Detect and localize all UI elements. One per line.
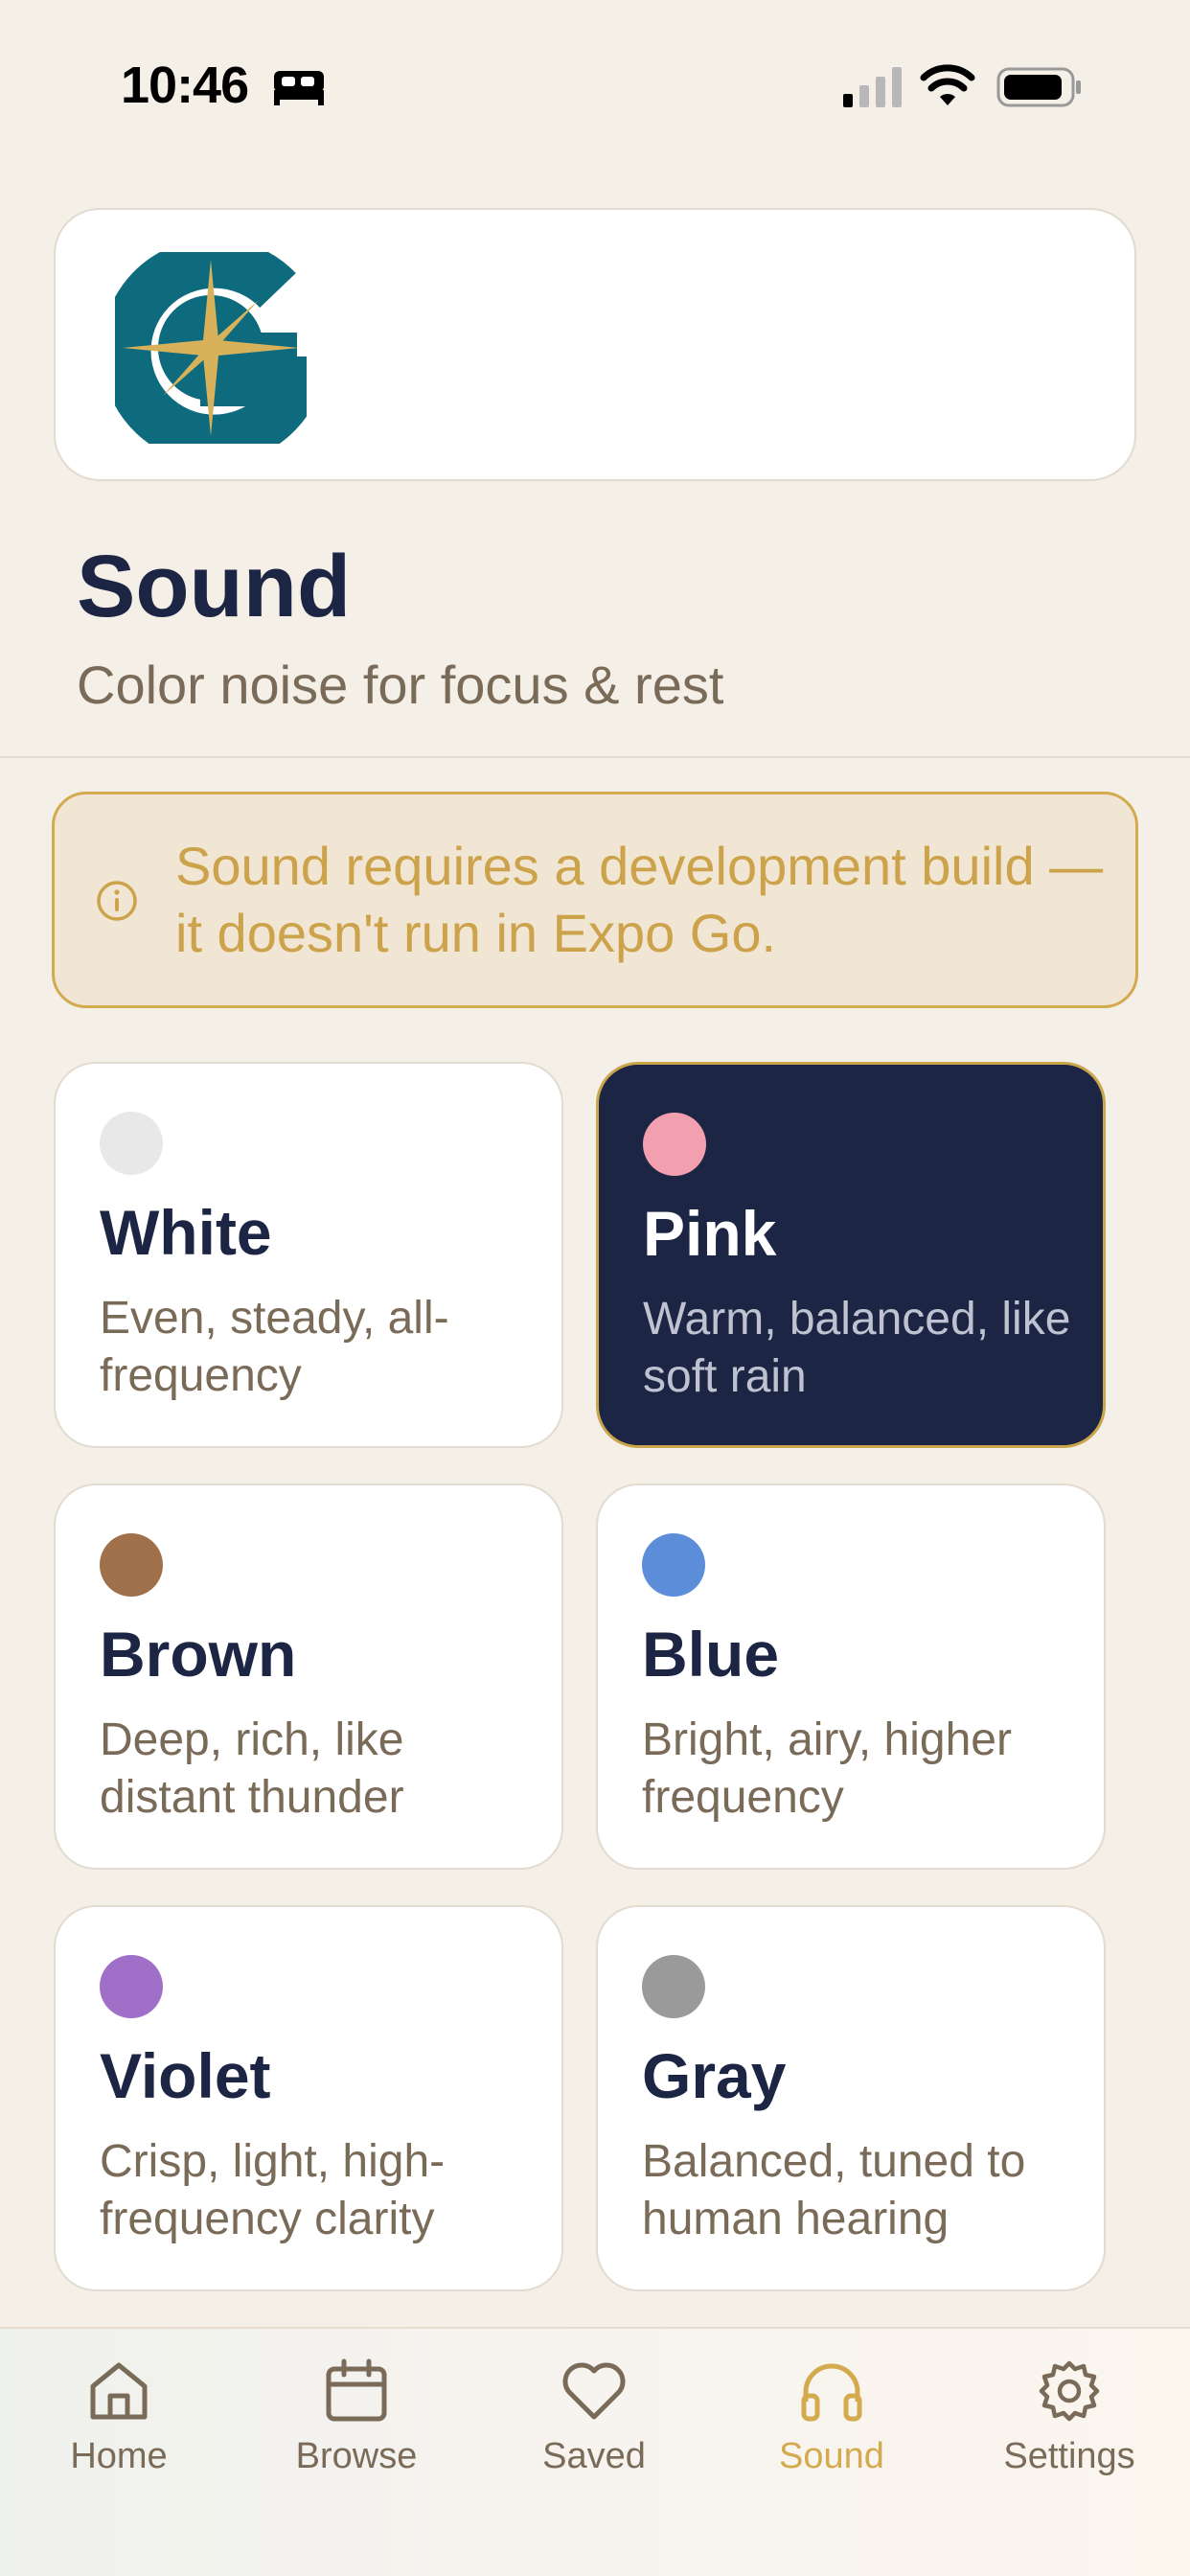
page-subtitle: Color noise for focus & rest [77,655,724,715]
tab-label: Saved [542,2436,646,2476]
compass-g-logo [115,252,307,444]
tab-label: Settings [1003,2436,1135,2476]
noise-card-violet[interactable]: Violet Crisp, light, high-frequency clar… [54,1905,563,2291]
color-dot [643,1113,706,1176]
tab-label: Browse [295,2436,418,2476]
noise-description: Bright, airy, higher frequency [642,1714,1012,1823]
noise-name: Pink [643,1198,777,1269]
info-icon [97,881,137,921]
noise-card-gray[interactable]: Gray Balanced, tuned to human hearing [596,1905,1106,2291]
gear-icon [1039,2360,1100,2422]
tab-settings[interactable]: Settings [950,2358,1188,2477]
tab-label: Sound [779,2436,884,2476]
bottom-tab-bar: Home Browse Saved Sound Settings [0,2327,1190,2576]
wifi-icon [920,64,975,105]
signal-icon [843,67,902,107]
noise-name: Blue [642,1619,780,1690]
heart-icon [562,2362,626,2420]
headphones-icon [801,2363,862,2422]
noise-description: Balanced, tuned to human hearing [642,2136,1026,2244]
calendar-icon [326,2358,387,2422]
noise-name: White [100,1197,272,1268]
tab-label: Home [70,2436,168,2476]
bed-icon [274,71,324,105]
tab-home[interactable]: Home [0,2358,238,2477]
noise-card-brown[interactable]: Brown Deep, rich, like distant thunder [54,1484,563,1870]
noise-name: Brown [100,1619,297,1690]
tab-browse[interactable]: Browse [238,2358,475,2477]
noise-description: Crisp, light, high-frequency clarity [100,2136,446,2244]
color-dot [642,1955,705,2018]
noise-card-pink[interactable]: Pink Warm, balanced, like soft rain [596,1062,1106,1448]
color-dot [100,1955,163,2018]
color-dot [642,1533,705,1597]
status-bar: 10:46 [0,0,1190,172]
notice-text: Sound requires a development build — it … [175,836,1104,963]
noise-description: Warm, balanced, like soft rain [643,1294,1071,1402]
logo-card [54,208,1136,481]
page-title: Sound [77,538,352,635]
noise-description: Deep, rich, like distant thunder [100,1714,404,1823]
tab-sound[interactable]: Sound [713,2358,950,2477]
noise-name: Violet [100,2040,271,2111]
status-time: 10:46 [121,57,249,114]
noise-description: Even, steady, all-frequency [100,1293,449,1401]
home-icon [90,2362,148,2420]
noise-name: Gray [642,2040,787,2111]
noise-card-blue[interactable]: Blue Bright, airy, higher frequency [596,1484,1106,1870]
battery-icon [996,67,1081,107]
color-dot [100,1112,163,1175]
expo-go-notice: Sound requires a development build — it … [52,792,1138,1008]
noise-card-white[interactable]: White Even, steady, all-frequency [54,1062,563,1448]
tab-saved[interactable]: Saved [475,2358,713,2477]
color-dot [100,1533,163,1597]
header-divider [0,756,1190,758]
